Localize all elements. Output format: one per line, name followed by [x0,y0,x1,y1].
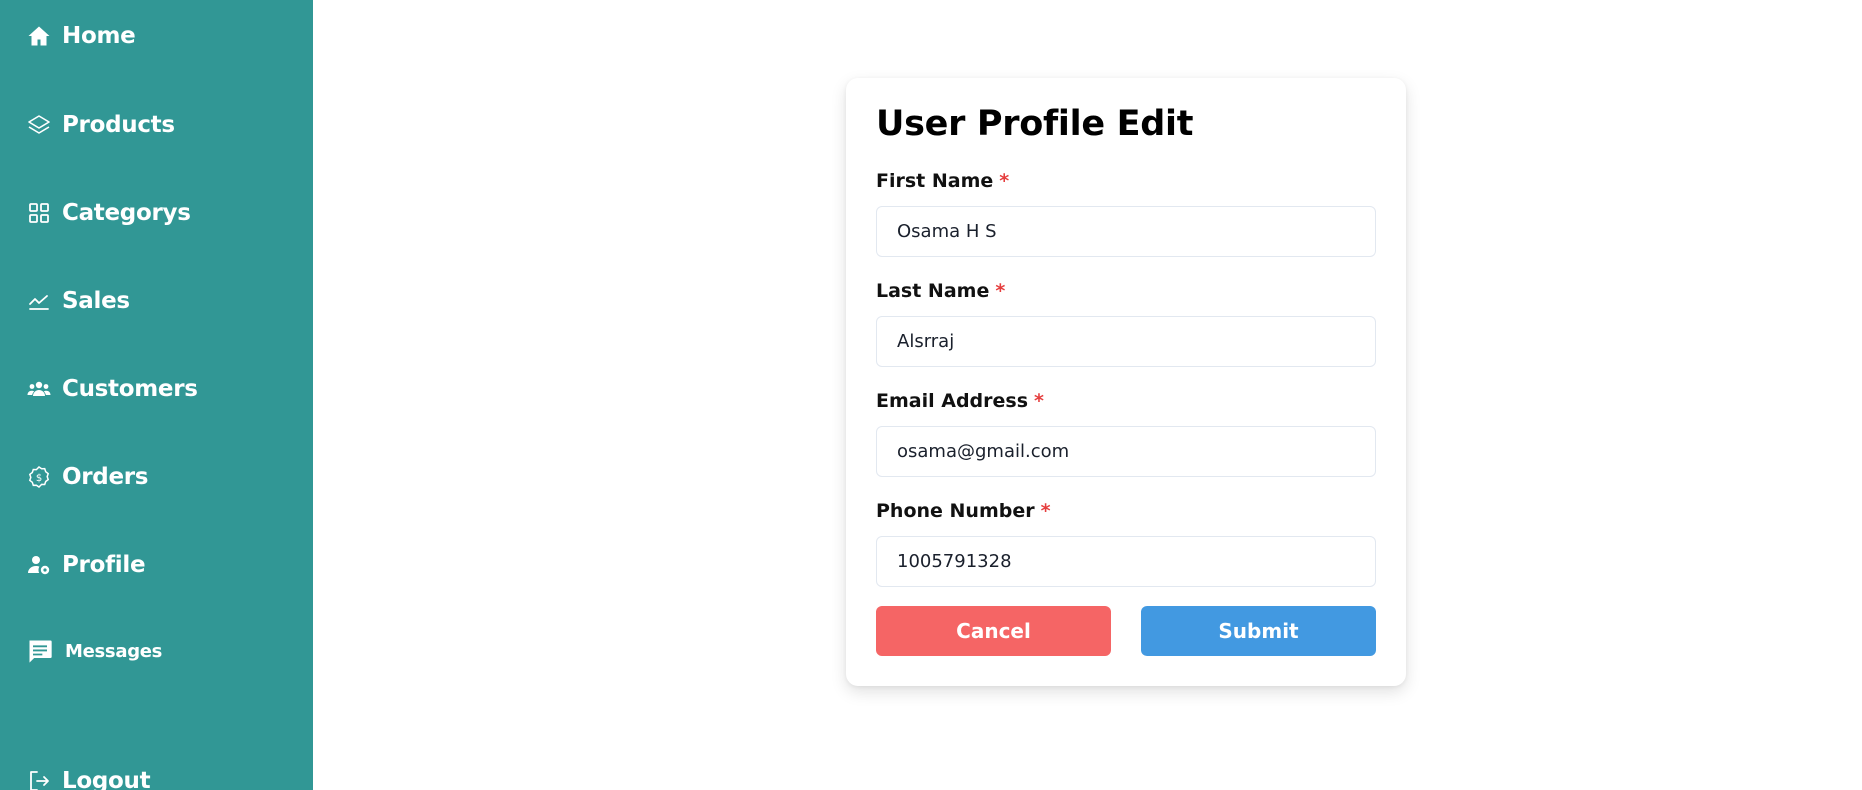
grid-icon [25,199,52,226]
sidebar-item-categorys[interactable]: Categorys [25,199,191,226]
sidebar-item-label: Orders [62,463,149,490]
sidebar-item-logout[interactable]: Logout [25,767,151,790]
phone-label: Phone Number * [876,500,1051,522]
sidebar-item-label: Customers [62,375,198,402]
sidebar-item-label: Profile [62,551,146,578]
cancel-button[interactable]: Cancel [876,606,1111,656]
page-title: User Profile Edit [876,104,1194,144]
sidebar-item-label: Home [62,22,136,49]
submit-button[interactable]: Submit [1141,606,1376,656]
sidebar-item-customers[interactable]: Customers [25,375,198,402]
required-mark: * [999,170,1010,192]
first-name-input[interactable] [876,206,1376,257]
required-mark: * [995,280,1006,302]
svg-text:$: $ [35,473,41,484]
sidebar-item-label: Products [62,111,175,138]
users-icon [25,375,52,402]
last-name-input[interactable] [876,316,1376,367]
sidebar-item-products[interactable]: Products [25,111,175,138]
chart-line-icon [25,287,52,314]
required-mark: * [1034,390,1044,412]
profile-edit-card: User Profile Edit First Name* Last Name*… [846,78,1406,686]
sidebar-item-sales[interactable]: Sales [25,287,130,314]
required-mark: * [1040,500,1051,522]
layers-icon [25,111,52,138]
phone-input[interactable] [876,536,1376,587]
first-name-label-text: First Name [876,170,994,192]
email-label-text: Email Address [876,390,1029,412]
last-name-label-text: Last Name [876,280,990,302]
sidebar: Home Products Categorys Sales Customers … [0,0,313,790]
user-gear-icon [25,551,52,578]
sidebar-item-label: Logout [62,767,151,790]
home-icon [25,22,52,49]
email-label: Email Address * [876,390,1044,412]
logout-icon [25,767,52,790]
phone-label-text: Phone Number [876,500,1035,522]
sidebar-item-messages[interactable]: Messages [25,636,162,666]
last-name-label: Last Name * [876,280,1005,302]
first-name-label: First Name * [876,170,1009,192]
sidebar-item-profile[interactable]: Profile [25,551,146,578]
sidebar-item-home[interactable]: Home [25,22,136,49]
sidebar-item-label: Sales [62,287,130,314]
sidebar-item-label: Messages [65,640,163,662]
badge-dollar-icon: $ [25,463,52,490]
sidebar-item-label: Categorys [62,199,191,226]
sidebar-item-orders[interactable]: $ Orders [25,463,149,490]
email-input[interactable] [876,426,1376,477]
message-icon [25,636,55,666]
